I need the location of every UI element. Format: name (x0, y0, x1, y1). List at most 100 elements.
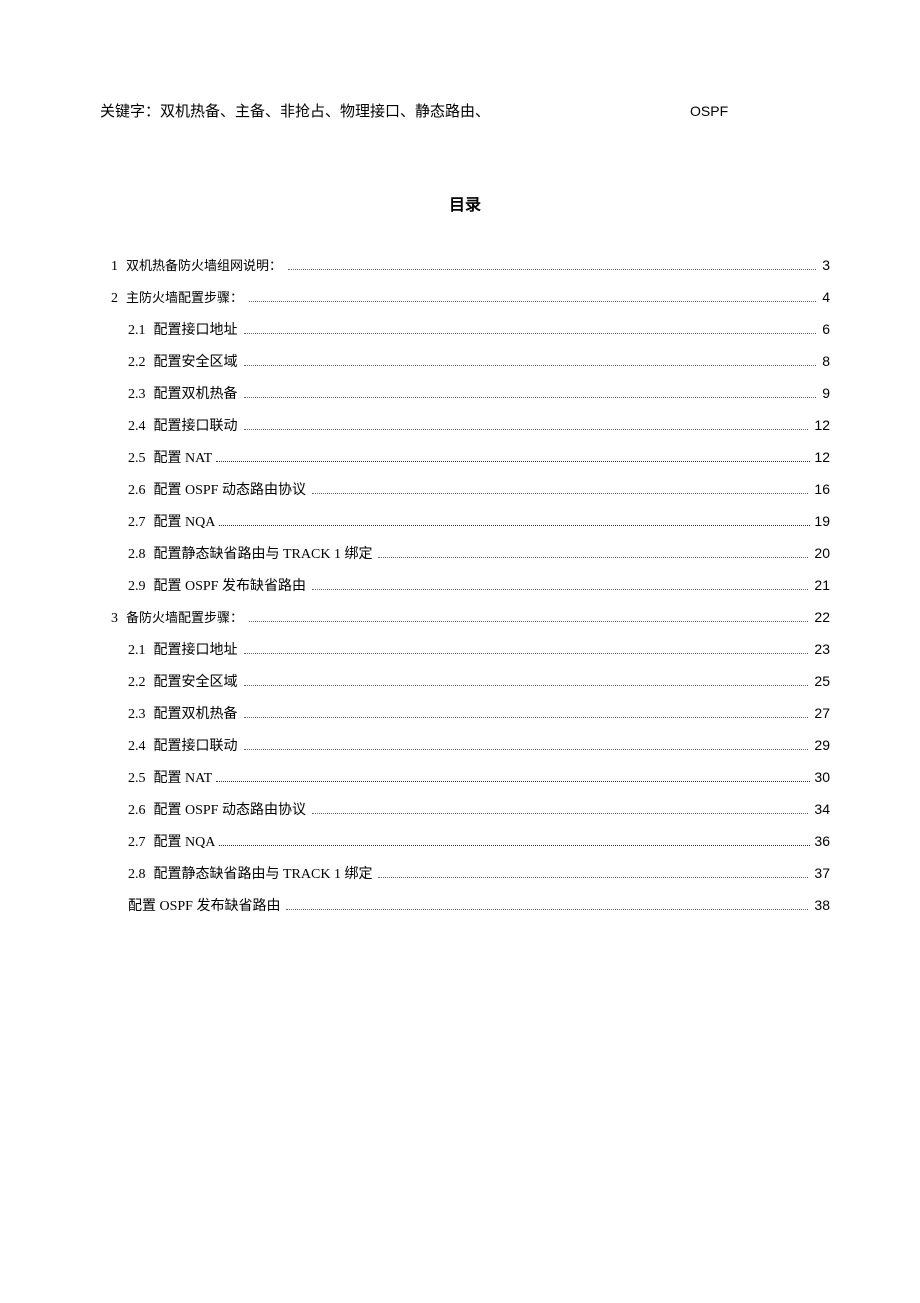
toc-leader (244, 708, 809, 718)
toc-item-number: 2.8 (128, 547, 146, 563)
toc-item: 2.4配置接口联动29 (100, 735, 830, 755)
toc-item-text: 配置 NAT (154, 447, 213, 467)
toc-item-page: 6 (822, 321, 830, 337)
toc-item-page: 21 (814, 577, 830, 593)
toc-item-number: 2.6 (128, 803, 146, 819)
toc-leader (378, 868, 808, 878)
keywords-line: 关键字： 双机热备、主备、非抢占、物理接口、静态路由、 OSPF (100, 100, 830, 121)
toc-item-text: 配置接口地址 (154, 319, 238, 339)
toc-item-text: 配置 NAT (154, 767, 213, 787)
toc-item-page: 29 (814, 737, 830, 753)
toc-item-text: 配置 OSPF 发布缺省路由 (128, 895, 280, 915)
toc-item-number: 2.2 (128, 355, 146, 371)
toc-item-page: 20 (814, 545, 830, 561)
toc-item-page: 12 (814, 449, 830, 465)
toc-item: 2.6配置 OSPF 动态路由协议16 (100, 479, 830, 499)
toc-item-page: 30 (814, 769, 830, 785)
toc-title: 目录 (100, 191, 830, 215)
keywords-ospf: OSPF (690, 103, 728, 119)
toc-leader (244, 324, 817, 334)
toc-item-page: 3 (822, 257, 830, 273)
toc-leader (288, 260, 816, 270)
toc-item: 2.8 配置静态缺省路由与 TRACK 1 绑定 37 (100, 863, 830, 883)
toc-item-number: 2.7 (128, 835, 146, 851)
toc-item: 2.5 配置 NAT 30 (100, 767, 830, 787)
toc-item: 2.8 配置静态缺省路由与 TRACK 1 绑定 20 (100, 543, 830, 563)
toc-item-number: 2.8 (128, 867, 146, 883)
toc-item: 2.1 配置接口地址 23 (100, 639, 830, 659)
toc-leader (312, 484, 808, 494)
toc-item: 2.3配置双机热备27 (100, 703, 830, 723)
toc-item-text: 配置安全区域 (154, 351, 238, 371)
toc-item-text: 配置静态缺省路由与 TRACK 1 绑定 (154, 863, 373, 883)
toc-item: 2.7 配置 NQA 36 (100, 831, 830, 851)
toc-item-number: 3 (100, 611, 118, 627)
toc-list: 1 双机热备防火墙组网说明： 3 2 主防火墙配置步骤： 4 2.1 配置接口地址 6 2.2 配置… (100, 255, 830, 915)
toc-item-number: 2.2 (128, 675, 146, 691)
toc-item-number: 2.4 (128, 419, 146, 435)
toc-item-text: 配置 NQA (154, 511, 216, 531)
toc-item-number: 2.1 (128, 643, 146, 659)
toc-item-page: 27 (814, 705, 830, 721)
toc-item-page: 8 (822, 353, 830, 369)
toc-item-page: 19 (814, 513, 830, 529)
toc-item: 2.3 配置双机热备 9 (100, 383, 830, 403)
toc-item-page: 25 (814, 673, 830, 689)
toc-item-page: 38 (814, 897, 830, 913)
toc-leader (249, 612, 808, 622)
toc-item: 1 双机热备防火墙组网说明： 3 (100, 255, 830, 275)
toc-leader (219, 836, 810, 846)
toc-item: 2.9 配置 OSPF 发布缺省路由 21 (100, 575, 830, 595)
toc-item-number: 1 (100, 259, 118, 275)
toc-leader (244, 420, 809, 430)
toc-item: 配置 OSPF 发布缺省路由 38 (100, 895, 830, 915)
toc-item-number: 2.7 (128, 515, 146, 531)
toc-item-text: 配置双机热备 (154, 383, 238, 403)
toc-item-number: 2.9 (128, 579, 146, 595)
toc-item-text: 配置接口地址 (154, 639, 238, 659)
toc-item-page: 34 (814, 801, 830, 817)
toc-item: 2.5 配置 NAT 12 (100, 447, 830, 467)
toc-item-number: 2.6 (128, 483, 146, 499)
toc-item-page: 37 (814, 865, 830, 881)
toc-leader (286, 900, 808, 910)
toc-leader (244, 676, 809, 686)
toc-item-number: 2 (100, 291, 118, 307)
toc-item-text: 主防火墙配置步骤： (126, 287, 243, 306)
toc-item-text: 配置双机热备 (154, 703, 238, 723)
toc-item: 2.7 配置 NQA 19 (100, 511, 830, 531)
toc-leader (244, 644, 809, 654)
toc-leader (249, 292, 816, 302)
toc-item: 2.4 配置接口联动 12 (100, 415, 830, 435)
toc-item-text: 配置 NQA (154, 831, 216, 851)
toc-leader (378, 548, 808, 558)
toc-item-text: 配置静态缺省路由与 TRACK 1 绑定 (154, 543, 373, 563)
toc-leader (312, 580, 808, 590)
toc-item-text: 配置安全区域 (154, 671, 238, 691)
toc-item-text: 备防火墙配置步骤： (126, 607, 243, 626)
toc-item-text: 双机热备防火墙组网说明： (126, 255, 282, 274)
toc-item-page: 12 (814, 417, 830, 433)
toc-item-page: 9 (822, 385, 830, 401)
toc-item-page: 36 (814, 833, 830, 849)
toc-item: 2.2 配置安全区域 8 (100, 351, 830, 371)
toc-item-page: 4 (822, 289, 830, 305)
toc-item-text: 配置 OSPF 发布缺省路由 (154, 575, 306, 595)
keywords-label: 关键字： (100, 100, 160, 121)
toc-leader (216, 452, 810, 462)
toc-leader (219, 516, 810, 526)
toc-leader (244, 356, 817, 366)
toc-item-page: 23 (814, 641, 830, 657)
toc-item-number: 2.4 (128, 739, 146, 755)
toc-leader (216, 772, 810, 782)
toc-item-text: 配置接口联动 (154, 415, 238, 435)
toc-item: 2.1配置接口地址6 (100, 319, 830, 339)
toc-item-page: 16 (814, 481, 830, 497)
toc-item-number: 2.5 (128, 451, 146, 467)
keywords-content: 双机热备、主备、非抢占、物理接口、静态路由、 (160, 100, 490, 121)
toc-item-number: 2.3 (128, 387, 146, 403)
toc-item-text: 配置 OSPF 动态路由协议 (154, 799, 306, 819)
toc-leader (312, 804, 808, 814)
toc-item: 2.6 配置 OSPF 动态路由协议 34 (100, 799, 830, 819)
toc-item-number: 2.5 (128, 771, 146, 787)
